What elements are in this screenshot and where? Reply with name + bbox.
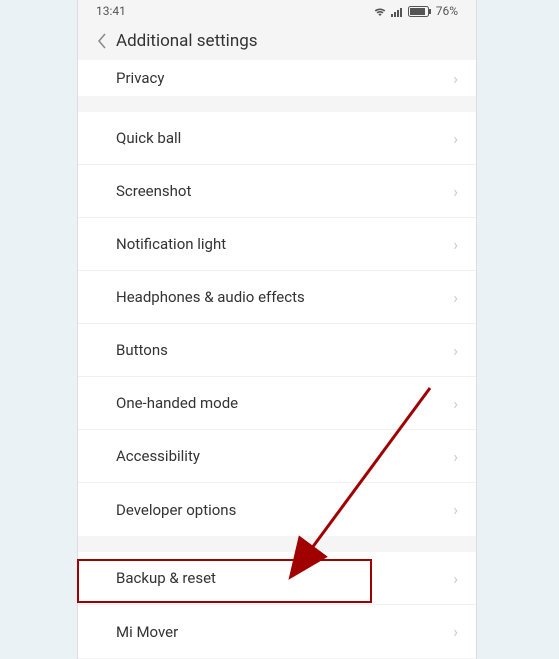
accessibility-row[interactable]: Accessibility ›: [78, 430, 476, 483]
chevron-right-icon: ›: [453, 622, 458, 641]
chevron-right-icon: ›: [453, 569, 458, 588]
mi-mover-row[interactable]: Mi Mover ›: [78, 605, 476, 658]
status-time: 13:41: [96, 4, 126, 18]
phone-frame: 13:41 76% Additional settings Privacy ›: [77, 0, 477, 659]
row-label: Quick ball: [116, 129, 181, 147]
chevron-right-icon: ›: [453, 500, 458, 519]
status-right: 76%: [373, 4, 458, 18]
screenshot-row[interactable]: Screenshot ›: [78, 165, 476, 218]
one-handed-row[interactable]: One-handed mode ›: [78, 377, 476, 430]
signal-icon: [391, 4, 404, 18]
row-label: Accessibility: [116, 447, 200, 465]
headphones-audio-row[interactable]: Headphones & audio effects ›: [78, 271, 476, 324]
row-label: Backup & reset: [116, 569, 216, 587]
backup-reset-row[interactable]: Backup & reset ›: [78, 552, 476, 605]
chevron-right-icon: ›: [453, 235, 458, 254]
chevron-right-icon: ›: [453, 182, 458, 201]
chevron-right-icon: ›: [453, 129, 458, 148]
chevron-right-icon: ›: [453, 341, 458, 360]
privacy-row[interactable]: Privacy ›: [78, 60, 476, 96]
row-label: Buttons: [116, 341, 168, 359]
row-label: Developer options: [116, 501, 236, 519]
section-gap: [78, 536, 476, 552]
row-label: Mi Mover: [116, 623, 178, 641]
section-gap: [78, 96, 476, 112]
settings-list-2: Quick ball › Screenshot › Notification l…: [78, 112, 476, 536]
chevron-left-icon: [97, 33, 107, 49]
settings-list-3: Backup & reset › Mi Mover ›: [78, 552, 476, 658]
chevron-right-icon: ›: [453, 288, 458, 307]
buttons-row[interactable]: Buttons ›: [78, 324, 476, 377]
battery-icon: [408, 4, 432, 18]
title-bar: Additional settings: [78, 22, 476, 60]
settings-list: Privacy ›: [78, 60, 476, 96]
chevron-right-icon: ›: [453, 394, 458, 413]
page-title: Additional settings: [116, 31, 258, 51]
back-button[interactable]: [88, 33, 116, 49]
battery-pct: 76%: [436, 4, 458, 18]
chevron-right-icon: ›: [453, 447, 458, 466]
chevron-right-icon: ›: [453, 69, 458, 88]
row-label: Privacy: [116, 69, 164, 87]
row-label: Notification light: [116, 235, 226, 253]
quick-ball-row[interactable]: Quick ball ›: [78, 112, 476, 165]
status-bar: 13:41 76%: [78, 0, 476, 22]
row-label: Headphones & audio effects: [116, 288, 305, 306]
notification-light-row[interactable]: Notification light ›: [78, 218, 476, 271]
row-label: One-handed mode: [116, 394, 238, 412]
developer-options-row[interactable]: Developer options ›: [78, 483, 476, 536]
row-label: Screenshot: [116, 182, 191, 200]
wifi-icon: [373, 4, 387, 18]
